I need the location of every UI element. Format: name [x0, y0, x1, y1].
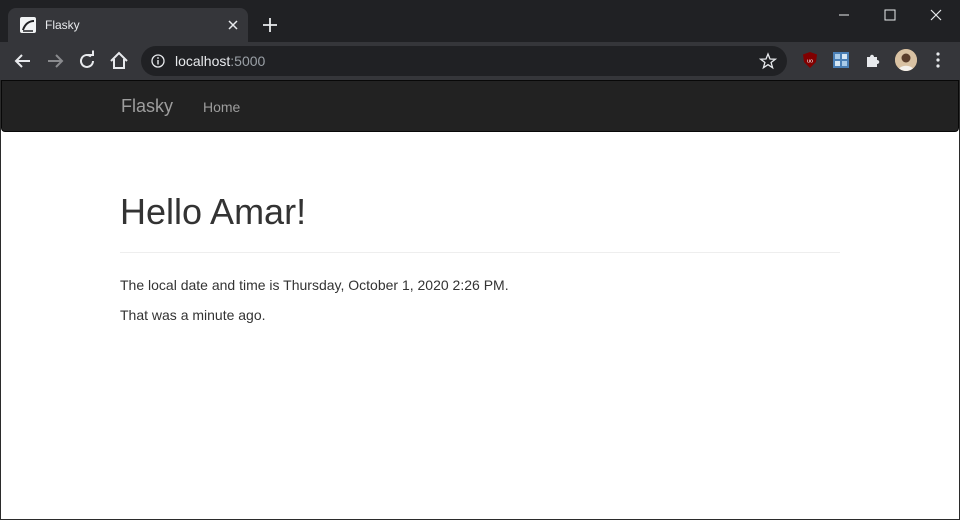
browser-menu-icon[interactable]	[930, 51, 946, 69]
minimize-icon[interactable]	[822, 0, 868, 30]
page-viewport: Flasky Home Hello Amar! The local date a…	[0, 80, 960, 520]
local-time-text: The local date and time is Thursday, Oct…	[120, 277, 509, 293]
page-title: Hello Amar!	[120, 191, 307, 232]
address-bar[interactable]: localhost:5000	[141, 46, 787, 76]
new-tab-icon[interactable]	[260, 15, 280, 35]
url-host: localhost	[175, 53, 231, 69]
url-text: localhost:5000	[175, 53, 265, 69]
tab-close-icon[interactable]	[224, 16, 242, 34]
maximize-icon[interactable]	[868, 0, 914, 30]
bookmark-star-icon[interactable]	[758, 52, 778, 70]
relative-time-text: That was a minute ago.	[120, 307, 266, 323]
navbar-brand-link[interactable]: Flasky	[121, 96, 173, 117]
browser-tab[interactable]: Flasky	[8, 8, 248, 42]
browser-toolbar: localhost:5000 uo	[0, 42, 960, 80]
browser-titlebar: Flasky	[0, 0, 960, 42]
back-arrow-icon[interactable]	[11, 49, 35, 73]
main-content: Hello Amar! The local date and time is T…	[120, 132, 840, 325]
tab-title: Flasky	[45, 18, 80, 32]
image-extension-icon[interactable]	[832, 51, 850, 69]
close-window-icon[interactable]	[914, 0, 960, 30]
site-navbar: Flasky Home	[1, 80, 959, 132]
ublock-extension-icon[interactable]: uo	[801, 51, 819, 69]
flask-favicon-icon	[20, 17, 36, 33]
profile-avatar[interactable]	[895, 49, 917, 71]
extensions-puzzle-icon[interactable]	[864, 51, 882, 69]
home-icon[interactable]	[107, 49, 131, 73]
site-info-icon[interactable]	[151, 54, 165, 68]
nav-home-link[interactable]: Home	[203, 99, 240, 115]
forward-arrow-icon[interactable]	[43, 49, 67, 73]
page-header: Hello Amar!	[120, 190, 840, 253]
svg-text:uo: uo	[807, 59, 813, 65]
reload-icon[interactable]	[75, 49, 99, 73]
url-port: :5000	[230, 53, 266, 69]
